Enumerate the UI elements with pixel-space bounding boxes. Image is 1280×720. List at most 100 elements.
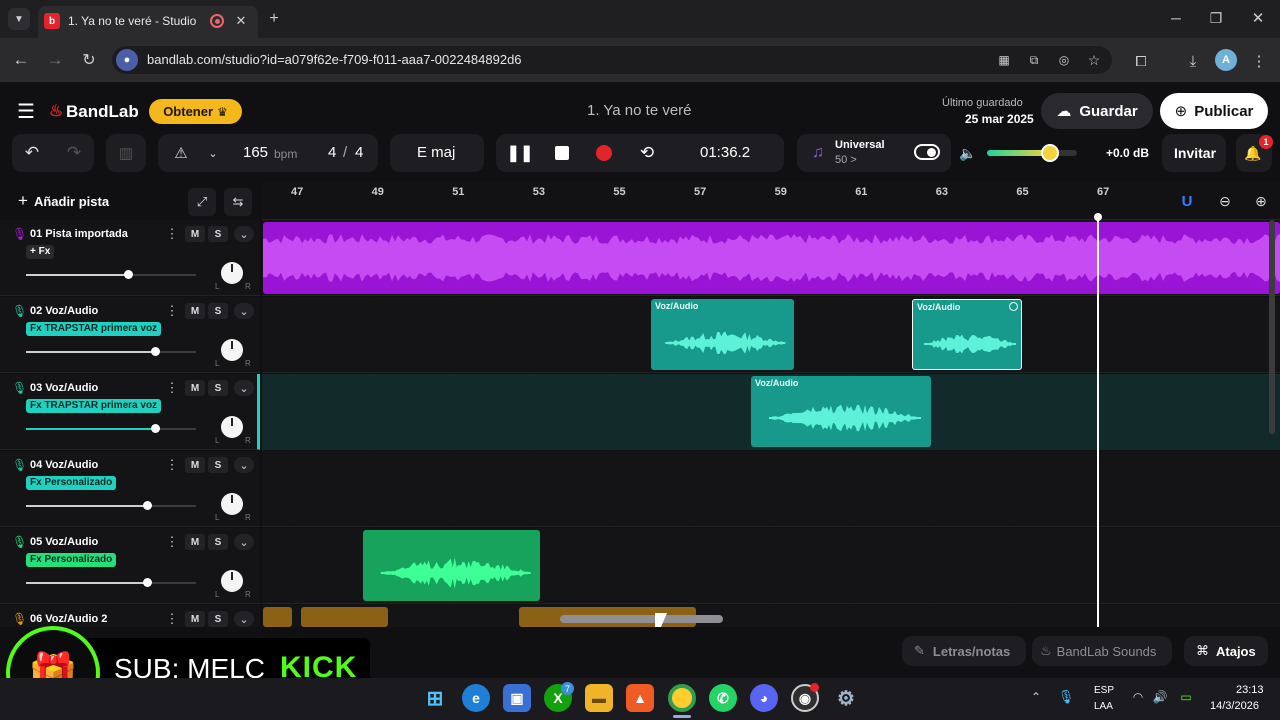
install-app-icon[interactable]: ⧉ [1024,50,1044,70]
bandlab-sounds-button[interactable]: ♨ BandLab Sounds [1032,636,1172,666]
lyrics-notes-button[interactable]: ✎ Letras/notas [902,636,1026,666]
track-volume-slider[interactable] [26,270,196,279]
discord-icon[interactable]: ◕ [750,684,778,712]
microphone-tray-icon[interactable]: 🎙 [1058,688,1075,706]
undo-icon[interactable]: ↶ [20,142,44,164]
track-header[interactable]: 🎙 05 Voz/Audio ⋮ M S ⌄ Fx Personalizado L… [0,528,260,604]
track-volume-slider[interactable] [26,424,196,433]
track-volume-thumb[interactable] [151,347,161,356]
loop-icon[interactable]: ⟲ [636,142,658,164]
obtener-button[interactable]: Obtener ♛ [149,99,242,124]
horizontal-scrollbar[interactable] [560,615,723,623]
mute-button[interactable]: M [185,457,205,473]
universal-toggle[interactable] [914,144,940,160]
track-menu-icon[interactable]: ⋮ [166,380,179,396]
publish-button[interactable]: ⊕ Publicar [1160,93,1268,129]
bpm-value[interactable]: 165 [243,144,268,161]
track-menu-icon[interactable]: ⋮ [166,611,179,627]
track-name[interactable]: 02 Voz/Audio [30,305,98,317]
edge-icon[interactable]: e [462,684,490,712]
url-text[interactable]: bandlab.com/studio?id=a079f62e-f709-f011… [147,52,522,67]
zoom-out-icon[interactable]: ⊖ [1214,190,1236,212]
minimize-icon[interactable]: ─ [1166,8,1186,28]
track-volume-thumb[interactable] [142,501,152,510]
eye-off-icon[interactable]: ◎ [1054,50,1074,70]
browser-menu-icon[interactable]: ⋮ [1250,50,1268,72]
chrome-icon[interactable] [668,684,696,712]
vertical-scrollbar[interactable] [1269,220,1275,434]
track-settings-icon[interactable]: ⇆ [224,188,252,216]
playhead[interactable] [1097,217,1099,627]
pan-knob[interactable] [221,416,243,438]
track-menu-icon[interactable]: ⋮ [166,457,179,473]
track-volume-slider[interactable] [26,578,196,587]
record-icon[interactable] [596,145,612,161]
master-volume-slider[interactable] [987,144,1077,162]
whatsapp-icon[interactable]: ✆ [709,684,737,712]
add-track-button[interactable]: + Añadir pista [10,188,122,214]
forward-icon[interactable]: → [44,49,66,71]
track-name[interactable]: 01 Pista importada [30,228,128,240]
chevron-down-icon[interactable]: ⌄ [204,142,222,164]
fx-chain-badge[interactable]: Fx Personalizado [26,553,117,567]
track-name[interactable]: 06 Voz/Audio 2 [30,613,107,625]
chevron-down-icon[interactable]: ⌄ [234,226,254,242]
bookmark-star-icon[interactable]: ☆ [1084,50,1104,70]
speaker-icon[interactable]: 🔈 [958,142,978,164]
track-header[interactable]: 🎙 02 Voz/Audio ⋮ M S ⌄ Fx TRAPSTAR prime… [0,297,260,373]
solo-button[interactable]: S [208,380,228,396]
back-icon[interactable]: ← [10,49,32,71]
stop-icon[interactable] [555,146,569,160]
solo-button[interactable]: S [208,534,228,550]
chevron-down-icon[interactable]: ⌄ [234,611,254,627]
chevron-down-icon[interactable]: ⌄ [234,457,254,473]
track-name[interactable]: 04 Voz/Audio [30,459,98,471]
language-bottom[interactable]: LAA [1094,701,1113,712]
close-window-icon[interactable]: ✕ [1248,8,1268,28]
clip-track1-full[interactable] [263,222,1280,294]
track-volume-slider[interactable] [26,501,196,510]
save-button[interactable]: ☁ Guardar [1041,93,1153,129]
shortcuts-button[interactable]: ⌘ Atajos [1184,636,1268,666]
time-signature-denominator[interactable]: 4 [355,144,363,161]
file-explorer-icon[interactable]: ▬ [585,684,613,712]
pan-knob[interactable] [221,493,243,515]
windows-start-icon[interactable]: ⊞ [421,684,449,712]
tab-list-icon[interactable]: ▼ [8,8,30,30]
project-title[interactable]: 1. Ya no te veré [587,102,692,119]
pan-knob[interactable] [221,339,243,361]
chevron-down-icon[interactable]: ⌄ [234,380,254,396]
mute-button[interactable]: M [185,611,205,627]
browser-tab-active[interactable]: b 1. Ya no te veré - Studio ✕ [38,6,258,38]
store-icon[interactable]: ▣ [503,684,531,712]
track-header[interactable]: 🎙 03 Voz/Audio ⋮ M S ⌄ Fx TRAPSTAR prime… [0,374,260,450]
pan-knob[interactable] [221,570,243,592]
fx-chain-badge[interactable]: Fx Personalizado [26,476,117,490]
timeline-ruler[interactable] [262,182,1280,220]
fx-chain-badge[interactable]: Fx TRAPSTAR primera voz [26,399,162,413]
solo-button[interactable]: S [208,303,228,319]
track-volume-thumb[interactable] [142,578,152,587]
playhead-handle[interactable] [1094,213,1102,221]
translate-icon[interactable]: ▦ [994,50,1014,70]
chevron-down-icon[interactable]: ⌄ [234,534,254,550]
clip-track2-a[interactable]: Voz/Audio [651,299,794,370]
bandlab-logo-icon[interactable]: ♨ [48,102,64,120]
download-icon[interactable]: ⤓ [1182,50,1204,72]
mute-button[interactable]: M [185,534,205,550]
clip-track2-b-selected[interactable]: Voz/Audio [912,299,1022,370]
tray-chevron-icon[interactable]: ⌃ [1028,688,1044,706]
pause-icon[interactable]: ❚❚ [507,142,534,164]
track-menu-icon[interactable]: ⋮ [166,303,179,319]
site-info-icon[interactable]: ● [116,49,138,71]
clock-date[interactable]: 14/3/2026 [1210,700,1259,712]
track-menu-icon[interactable]: ⋮ [166,534,179,550]
address-bar[interactable]: ● bandlab.com/studio?id=a079f62e-f709-f0… [112,46,1112,74]
extensions-icon[interactable]: ⧠ [1130,50,1152,72]
profile-avatar-icon[interactable]: A [1215,49,1237,71]
language-top[interactable]: ESP [1094,685,1114,696]
snap-magnet-icon[interactable]: U [1176,190,1198,212]
volume-tray-icon[interactable]: 🔊 [1152,688,1168,706]
reload-icon[interactable]: ↻ [78,49,100,71]
track-volume-thumb[interactable] [124,270,133,279]
